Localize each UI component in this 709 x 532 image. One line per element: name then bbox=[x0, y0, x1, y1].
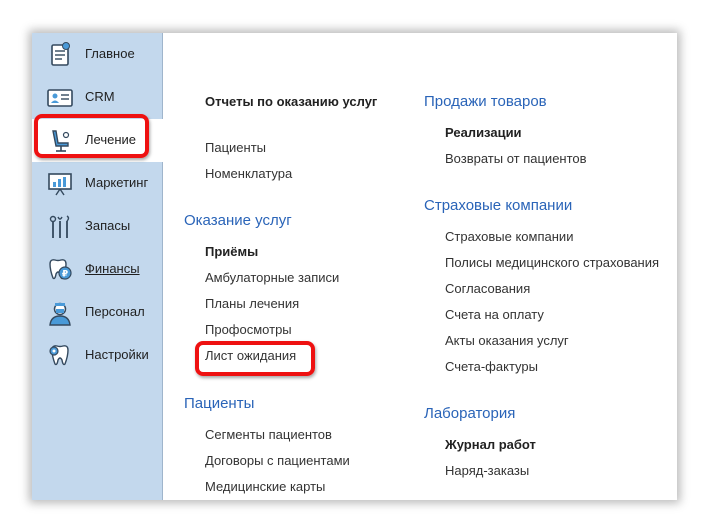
link-patient-contracts[interactable]: Договоры с пациентами bbox=[205, 453, 350, 468]
link-insurance-companies[interactable]: Страховые компании bbox=[445, 229, 573, 244]
link-waiting-list[interactable]: Лист ожидания bbox=[205, 348, 296, 363]
app-window: Главное CRM Лечение Маркетинг Запасы ₽ Ф… bbox=[32, 33, 677, 500]
link-patient-segments[interactable]: Сегменты пациентов bbox=[205, 427, 332, 442]
link-work-orders[interactable]: Наряд-заказы bbox=[445, 463, 529, 478]
sidebar-item-staff[interactable]: Персонал bbox=[32, 291, 162, 334]
section-title-sales[interactable]: Продажи товаров bbox=[424, 93, 547, 110]
sidebar-item-finance[interactable]: ₽ Финансы bbox=[32, 248, 162, 291]
link-outpatient-records[interactable]: Амбулаторные записи bbox=[205, 270, 339, 285]
sidebar-item-stock[interactable]: Запасы bbox=[32, 205, 162, 248]
svg-text:₽: ₽ bbox=[62, 270, 68, 280]
link-approvals[interactable]: Согласования bbox=[445, 281, 530, 296]
sidebar-item-label: Запасы bbox=[85, 218, 131, 233]
link-tax-invoices[interactable]: Счета-фактуры bbox=[445, 359, 538, 374]
sidebar-item-treatment[interactable]: Лечение bbox=[32, 119, 163, 162]
link-appointments[interactable]: Приёмы bbox=[205, 244, 258, 259]
tooth-coin-icon: ₽ bbox=[49, 259, 72, 280]
link-sales[interactable]: Реализации bbox=[445, 125, 522, 140]
tooth-gear-icon bbox=[49, 345, 69, 366]
link-invoices[interactable]: Счета на оплату bbox=[445, 307, 544, 322]
sidebar-item-label: Персонал bbox=[85, 304, 145, 319]
link-reports-nomenclature[interactable]: Номенклатура bbox=[205, 166, 292, 181]
section-title-patients[interactable]: Пациенты bbox=[184, 395, 254, 412]
section-title-lab[interactable]: Лаборатория bbox=[424, 405, 515, 422]
dental-chair-icon bbox=[52, 130, 70, 152]
link-checkups[interactable]: Профосмотры bbox=[205, 322, 292, 337]
dental-tools-icon bbox=[49, 215, 70, 238]
sidebar: Главное CRM Лечение Маркетинг Запасы ₽ Ф… bbox=[32, 33, 163, 500]
sidebar-item-label: Главное bbox=[85, 46, 135, 61]
link-insurance-policies[interactable]: Полисы медицинского страхования bbox=[445, 255, 659, 270]
link-service-acts[interactable]: Акты оказания услуг bbox=[445, 333, 569, 348]
section-title-insurance[interactable]: Страховые компании bbox=[424, 197, 572, 214]
sidebar-item-crm[interactable]: CRM bbox=[32, 76, 162, 119]
link-reports-patients[interactable]: Пациенты bbox=[205, 140, 266, 155]
link-work-log[interactable]: Журнал работ bbox=[445, 437, 536, 452]
sidebar-item-label: Маркетинг bbox=[85, 175, 149, 190]
doctor-icon bbox=[49, 302, 71, 326]
main-content: Отчеты по оказанию услуг Пациенты Номенк… bbox=[163, 33, 677, 500]
link-medical-records[interactable]: Медицинские карты bbox=[205, 479, 325, 494]
link-treatment-plans[interactable]: Планы лечения bbox=[205, 296, 299, 311]
sidebar-item-main[interactable]: Главное bbox=[32, 33, 162, 76]
sidebar-item-label: Финансы bbox=[85, 261, 140, 276]
sidebar-item-label: Лечение bbox=[85, 132, 137, 147]
presentation-chart-icon bbox=[48, 173, 72, 196]
home-list-icon bbox=[51, 42, 70, 66]
sidebar-item-label: CRM bbox=[85, 89, 115, 104]
id-card-icon bbox=[47, 89, 73, 107]
section-title-services[interactable]: Оказание услуг bbox=[184, 212, 292, 229]
sidebar-item-marketing[interactable]: Маркетинг bbox=[32, 162, 162, 205]
sidebar-item-settings[interactable]: Настройки bbox=[32, 334, 162, 377]
sidebar-item-label: Настройки bbox=[85, 347, 149, 362]
reports-header: Отчеты по оказанию услуг bbox=[205, 94, 378, 109]
link-patient-returns[interactable]: Возвраты от пациентов bbox=[445, 151, 587, 166]
